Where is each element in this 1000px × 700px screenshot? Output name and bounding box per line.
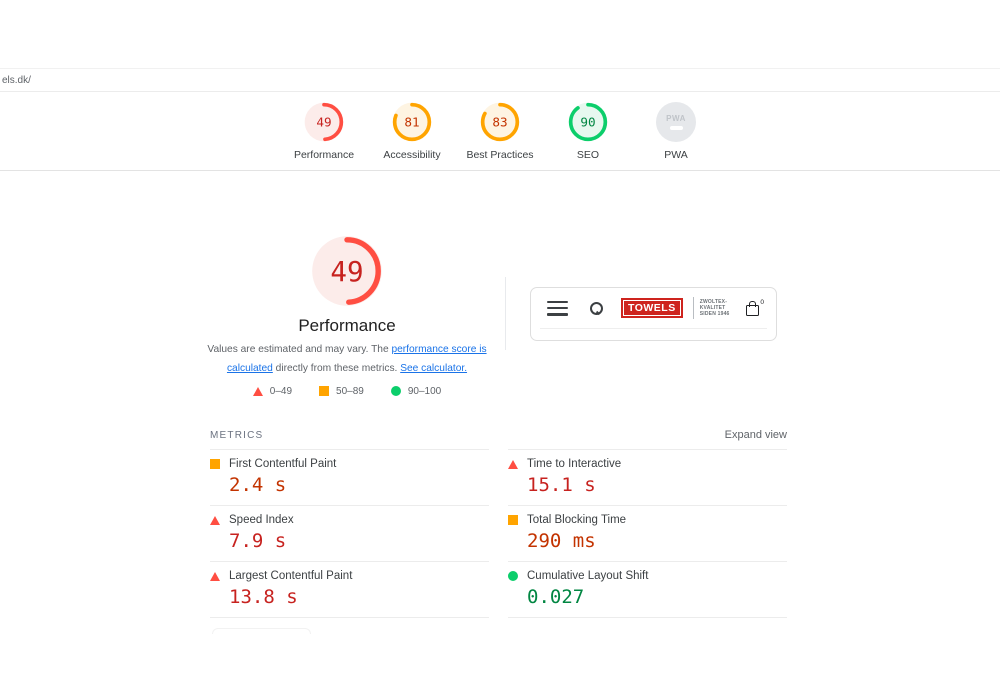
metric-rating-icon — [508, 571, 518, 581]
legend-item-pass: 90–100 — [391, 386, 441, 397]
cart-bag-icon: 0 — [746, 305, 759, 316]
tagline-line: SIDEN 1946 — [700, 311, 730, 317]
pwa-badge-text: PWA — [666, 114, 686, 123]
gauge-seo[interactable]: 90 SEO — [544, 92, 632, 170]
gauge-label: SEO — [577, 149, 599, 161]
category-scores-row: 49 Performance 81 Accessibility 83 Best … — [0, 92, 1000, 171]
metric-label: First Contentful Paint — [229, 458, 336, 470]
legend-range: 90–100 — [408, 386, 441, 397]
metric-label: Time to Interactive — [527, 458, 621, 470]
metrics-column-right: Time to Interactive 15.1 s Total Blockin… — [508, 449, 787, 618]
towels-logo-text: TOWELS — [623, 300, 681, 316]
page-screenshot-thumbnail: TOWELS ZWOLTEX- KVALITET SIDEN 1946 0 — [530, 287, 777, 341]
metric-value: 7.9 s — [229, 530, 489, 552]
fail-triangle-icon — [253, 387, 263, 396]
report-url-bar: els.dk/ — [0, 68, 1000, 92]
gauge-best-practices[interactable]: 83 Best Practices — [456, 92, 544, 170]
metric-value: 2.4 s — [229, 474, 489, 496]
metric-first-contentful-paint: First Contentful Paint 2.4 s — [210, 449, 489, 505]
metric-label: Speed Index — [229, 514, 294, 526]
pwa-dash-icon — [670, 126, 683, 130]
column-divider — [505, 277, 506, 350]
seo-gauge-icon: 90 — [568, 102, 608, 142]
expand-view-button[interactable]: Expand view — [725, 429, 787, 441]
svg-text:49: 49 — [330, 255, 363, 288]
gauge-pwa[interactable]: PWA PWA — [632, 92, 720, 170]
svg-text:90: 90 — [580, 115, 595, 130]
gauge-label: PWA — [664, 149, 688, 161]
cutoff-element — [212, 628, 311, 634]
search-icon — [590, 302, 602, 314]
legend-range: 0–49 — [270, 386, 292, 397]
performance-score-gauge-icon: 49 — [311, 235, 383, 307]
metric-label: Largest Contentful Paint — [229, 570, 352, 582]
summary-text: Values are estimated and may vary. The — [207, 344, 391, 355]
performance-section-title: Performance — [210, 316, 484, 336]
metric-largest-contentful-paint: Largest Contentful Paint 13.8 s — [210, 561, 489, 618]
pass-circle-icon — [391, 386, 401, 396]
metric-total-blocking-time: Total Blocking Time 290 ms — [508, 505, 787, 561]
gauge-label: Performance — [294, 149, 354, 161]
metrics-heading: METRICS — [210, 430, 263, 441]
metric-rating-icon — [210, 516, 220, 525]
metric-label: Total Blocking Time — [527, 514, 626, 526]
svg-text:81: 81 — [404, 115, 419, 130]
gauge-accessibility[interactable]: 81 Accessibility — [368, 92, 456, 170]
site-tagline: ZWOLTEX- KVALITET SIDEN 1946 — [700, 299, 730, 317]
metric-value: 0.027 — [527, 586, 787, 608]
metric-rating-icon — [210, 572, 220, 581]
best-practices-gauge-icon: 83 — [480, 102, 520, 142]
accessibility-gauge-icon: 81 — [392, 102, 432, 142]
legend-item-average: 50–89 — [319, 386, 364, 397]
metric-rating-icon — [210, 459, 220, 469]
cart-count: 0 — [760, 299, 764, 306]
svg-text:83: 83 — [492, 115, 507, 130]
metric-label: Cumulative Layout Shift — [527, 570, 648, 582]
metric-value: 290 ms — [527, 530, 787, 552]
thumbnail-site-header: TOWELS ZWOLTEX- KVALITET SIDEN 1946 0 — [540, 288, 767, 329]
performance-score-gauge: 49 — [311, 235, 383, 307]
see-calculator-link[interactable]: See calculator. — [400, 363, 467, 374]
towels-logo: TOWELS — [621, 298, 683, 318]
hamburger-menu-icon — [547, 301, 568, 316]
score-legend: 0–49 50–89 90–100 — [210, 384, 484, 398]
gauge-performance[interactable]: 49 Performance — [280, 92, 368, 170]
gauge-label: Best Practices — [466, 149, 533, 161]
metrics-header: METRICS Expand view — [210, 429, 787, 441]
metric-value: 13.8 s — [229, 586, 489, 608]
legend-range: 50–89 — [336, 386, 364, 397]
performance-summary: Values are estimated and may vary. The p… — [206, 341, 488, 379]
metric-cumulative-layout-shift: Cumulative Layout Shift 0.027 — [508, 561, 787, 618]
metric-value: 15.1 s — [527, 474, 787, 496]
performance-gauge-icon: 49 — [304, 102, 344, 142]
legend-item-fail: 0–49 — [253, 386, 292, 397]
metric-time-to-interactive: Time to Interactive 15.1 s — [508, 449, 787, 505]
summary-text: directly from these metrics. — [273, 363, 400, 374]
pwa-badge-icon: PWA — [656, 102, 696, 142]
average-square-icon — [319, 386, 329, 396]
metrics-column-left: First Contentful Paint 2.4 s Speed Index… — [210, 449, 489, 618]
gauge-label: Accessibility — [383, 149, 440, 161]
svg-text:49: 49 — [316, 115, 331, 130]
metric-rating-icon — [508, 460, 518, 469]
thumbnail-divider — [693, 297, 694, 319]
metrics-grid: First Contentful Paint 2.4 s Speed Index… — [210, 449, 787, 618]
metric-speed-index: Speed Index 7.9 s — [210, 505, 489, 561]
metric-rating-icon — [508, 515, 518, 525]
report-url: els.dk/ — [2, 75, 31, 86]
